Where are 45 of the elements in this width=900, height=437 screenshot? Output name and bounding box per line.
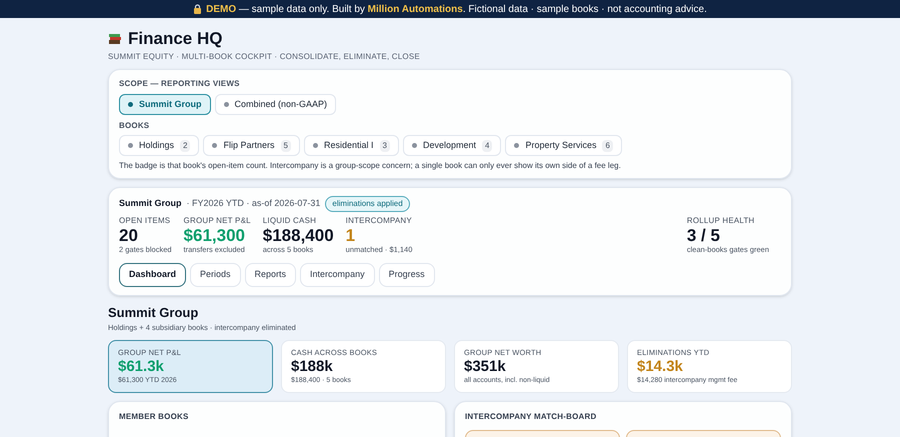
count-badge: 3 xyxy=(380,140,390,152)
metric-label: OPEN ITEMS xyxy=(119,216,172,226)
metric-value: $188,400 xyxy=(262,226,334,245)
count-badge: 4 xyxy=(482,140,492,152)
banner-text: DEMO — sample data only. Built by Million Automations. Fictional data · sample books · not accounting advice. xyxy=(206,2,707,16)
metric-label: LIQUID CASH xyxy=(262,216,318,226)
metric-label: GROUP NET P&L xyxy=(184,216,251,226)
book-chip[interactable]: Flip Partners 5 xyxy=(203,135,300,156)
books-icon xyxy=(108,32,122,46)
page-subtitle: SUMMIT EQUITY · MULTI-BOOK COCKPIT · CONSOLIDATE, ELIMINATE, CLOSE xyxy=(108,52,421,62)
period-text: · FY2026 YTD · as-of 2026-07-31 xyxy=(186,197,320,210)
panel-title: INTERCOMPANY MATCH-BOARD xyxy=(465,412,598,422)
book-chip[interactable]: Residential I 3 xyxy=(304,135,399,156)
count-badge: 5 xyxy=(280,140,291,152)
metric-label: ROLLUP HEALTH xyxy=(686,216,756,226)
metric-value: $61,300 xyxy=(184,226,246,245)
entity-name: Summit Group xyxy=(119,197,182,210)
panel-title: MEMBER BOOKS xyxy=(119,412,190,422)
metric-label: INTERCOMPANY xyxy=(346,216,412,226)
view-tab[interactable]: Dashboard xyxy=(119,263,186,287)
help-text: The badge is that book's open-item count. Intercompany is a group-scope concern; a single book can only ever show its own side of a fee leg. xyxy=(119,161,622,171)
scope-tab[interactable]: Summit Group xyxy=(119,94,210,115)
book-chip[interactable]: Property Services 6 xyxy=(505,135,622,156)
book-chip[interactable]: Development 4 xyxy=(402,135,502,156)
kpi-value: $61.3k xyxy=(118,358,165,376)
metric-value: 20 xyxy=(119,226,139,245)
view-tab[interactable]: Reports xyxy=(244,263,296,287)
kpi-value: $14.3k xyxy=(637,358,684,376)
count-badge: 6 xyxy=(602,140,613,152)
status-badge: eliminations applied xyxy=(325,196,410,212)
metric-value: 3 / 5 xyxy=(686,226,721,245)
kpi-value: $351k xyxy=(464,358,507,376)
page-title: Finance HQ xyxy=(128,29,222,49)
book-chip[interactable]: Holdings 2 xyxy=(119,135,200,156)
view-tab[interactable]: Periods xyxy=(190,263,241,287)
kpi-value: $188k xyxy=(291,358,334,376)
scope-tab[interactable]: Combined (non-GAAP) xyxy=(214,94,336,115)
count-badge: 2 xyxy=(180,140,190,152)
view-tab[interactable]: Progress xyxy=(378,263,435,287)
section-label: BOOKS xyxy=(119,121,150,131)
metric-value: 1 xyxy=(346,226,356,245)
lock-icon xyxy=(193,4,202,14)
view-tab[interactable]: Intercompany xyxy=(300,263,375,287)
section-label: SCOPE — REPORTING VIEWS xyxy=(119,79,241,89)
section-title: Summit Group xyxy=(108,305,200,321)
